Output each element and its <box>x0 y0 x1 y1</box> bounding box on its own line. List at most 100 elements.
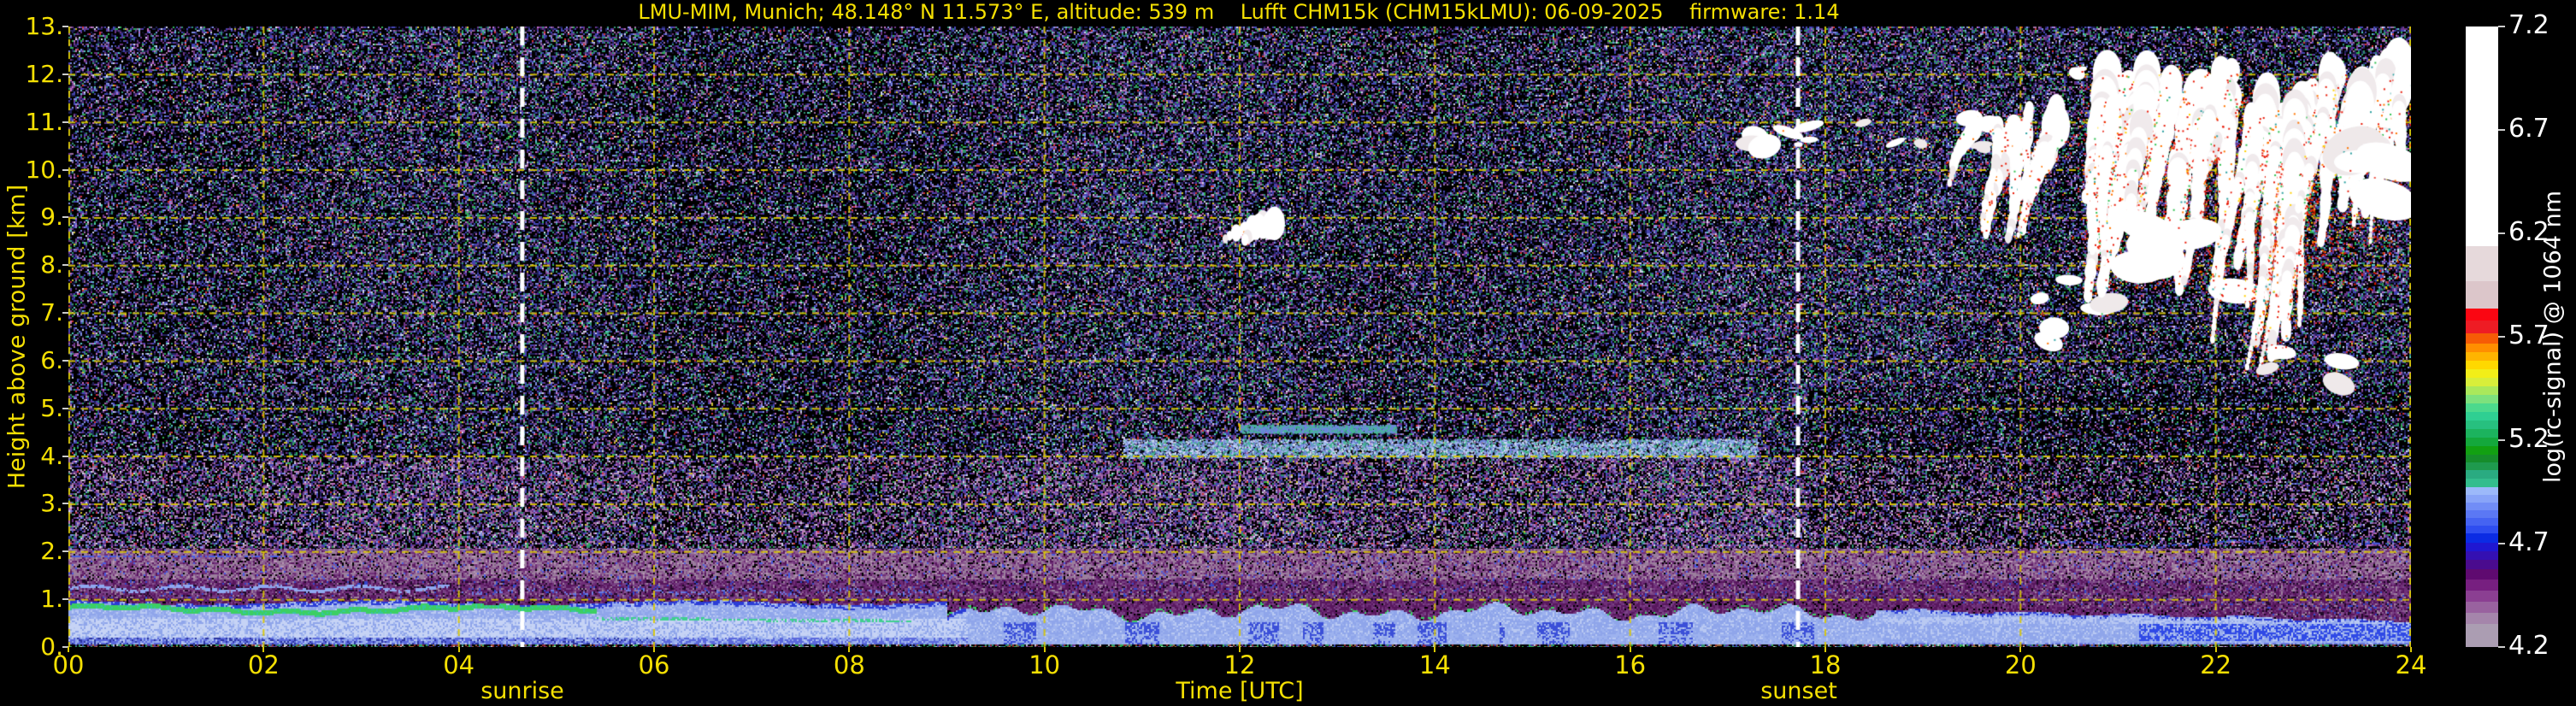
colorbar-segment <box>2466 454 2498 462</box>
x-tick-mark <box>2019 647 2022 652</box>
x-tick-mark <box>1824 647 1826 652</box>
colorbar-segment <box>2466 428 2498 438</box>
y-tick-label: 13. <box>25 12 63 40</box>
colorbar-segment <box>2466 321 2498 333</box>
colorbar-segment <box>2466 543 2498 551</box>
colorbar-segment <box>2466 568 2498 580</box>
y-tick-mark <box>62 121 68 123</box>
cb-tick-mark <box>2498 232 2505 234</box>
colorbar-segment <box>2466 246 2498 282</box>
colorbar-segment <box>2466 624 2498 647</box>
colorbar-segment <box>2466 559 2498 569</box>
y-tick-label: 3. <box>40 489 63 518</box>
page-title: LMU-MIM, Munich; 48.148° N 11.573° E, al… <box>638 0 1840 24</box>
colorbar-segment <box>2466 352 2498 362</box>
colorbar-segment <box>2466 344 2498 353</box>
colorbar-segment <box>2466 420 2498 429</box>
y-tick-mark <box>62 73 68 75</box>
x-tick-label: 12 <box>1223 650 1256 680</box>
colorbar-segment <box>2466 437 2498 446</box>
sunrise-label: sunrise <box>480 678 564 704</box>
colorbar-segment <box>2466 518 2498 526</box>
colorbar-segment <box>2466 386 2498 396</box>
x-tick-label: 00 <box>52 650 85 680</box>
colorbar-segment <box>2466 602 2498 614</box>
x-tick-mark <box>262 647 265 652</box>
y-tick-mark <box>62 264 68 267</box>
x-tick-mark <box>457 647 460 652</box>
colorbar-segment <box>2466 487 2498 496</box>
colorbar-segment <box>2466 590 2498 603</box>
y-tick-label: 2. <box>40 537 63 566</box>
colorbar-segment <box>2466 281 2498 309</box>
x-tick-label: 08 <box>833 650 865 680</box>
sunset-label: sunset <box>1760 678 1837 704</box>
colorbar-segment <box>2466 495 2498 503</box>
y-tick-mark <box>62 26 68 27</box>
x-tick-mark <box>2410 647 2412 652</box>
x-tick-mark <box>68 647 69 652</box>
x-axis-title: Time [UTC] <box>1176 678 1304 704</box>
colorbar-segment <box>2466 470 2498 479</box>
x-tick-mark <box>1043 647 1046 652</box>
y-tick-label: 10. <box>25 155 63 184</box>
colorbar-segment <box>2466 403 2498 412</box>
colorbar-segment <box>2466 378 2498 387</box>
y-tick-mark <box>62 455 68 457</box>
x-tick-label: 04 <box>443 650 475 680</box>
x-tick-mark <box>1629 647 1631 652</box>
x-tick-label: 02 <box>247 650 280 680</box>
y-tick-label: 12. <box>25 59 63 88</box>
x-tick-mark <box>2214 647 2217 652</box>
y-axis-title: Height above ground [km] <box>3 184 31 490</box>
colorbar-segment <box>2466 510 2498 519</box>
cb-tick-mark <box>2498 336 2505 338</box>
backscatter-heatmap <box>68 26 2411 647</box>
y-tick-mark <box>62 216 68 219</box>
y-tick-mark <box>62 168 68 171</box>
colorbar-segment <box>2466 550 2498 560</box>
x-tick-mark <box>848 647 851 652</box>
cb-tick-mark <box>2498 543 2505 544</box>
x-tick-label: 06 <box>638 650 670 680</box>
colorbar-title: log(rc-signal) @ 1064 nm <box>2539 190 2567 484</box>
x-tick-label: 24 <box>2395 650 2427 680</box>
x-tick-mark <box>1434 647 1436 652</box>
colorbar-segment <box>2466 479 2498 488</box>
cb-tick-mark <box>2498 646 2505 648</box>
x-tick-label: 22 <box>2200 650 2232 680</box>
colorbar-segment <box>2466 361 2498 370</box>
cb-tick-mark <box>2498 129 2505 131</box>
cb-tick-label: 4.7 <box>2508 527 2549 557</box>
colorbar-segment <box>2466 369 2498 379</box>
colorbar-segment <box>2466 395 2498 403</box>
cb-tick-mark <box>2498 439 2505 441</box>
y-tick-mark <box>62 359 68 362</box>
colorbar-segment <box>2466 445 2498 455</box>
x-tick-mark <box>1239 647 1241 652</box>
colorbar-segment <box>2466 462 2498 471</box>
ceilometer-quicklook: LMU-MIM, Munich; 48.148° N 11.573° E, al… <box>0 0 2576 706</box>
x-tick-label: 10 <box>1029 650 1061 680</box>
colorbar-segment <box>2466 332 2498 344</box>
cb-tick-label: 4.2 <box>2508 631 2549 661</box>
x-tick-label: 18 <box>1809 650 1842 680</box>
cb-tick-mark <box>2498 26 2505 27</box>
cb-tick-label: 7.2 <box>2508 10 2549 40</box>
colorbar-segment <box>2466 579 2498 591</box>
x-tick-label: 14 <box>1418 650 1451 680</box>
colorbar-segment <box>2466 525 2498 533</box>
cb-tick-label: 6.7 <box>2508 114 2549 144</box>
colorbar-segment <box>2466 26 2498 247</box>
colorbar-segment <box>2466 411 2498 421</box>
y-tick-mark <box>62 550 68 553</box>
y-tick-mark <box>62 598 68 601</box>
y-tick-label: 1. <box>40 585 63 614</box>
x-tick-mark <box>653 647 655 652</box>
x-tick-label: 16 <box>1614 650 1647 680</box>
colorbar-segment <box>2466 503 2498 511</box>
y-tick-mark <box>62 503 68 505</box>
colorbar-segment <box>2466 308 2498 321</box>
colorbar-segment <box>2466 613 2498 625</box>
y-tick-mark <box>62 407 68 409</box>
